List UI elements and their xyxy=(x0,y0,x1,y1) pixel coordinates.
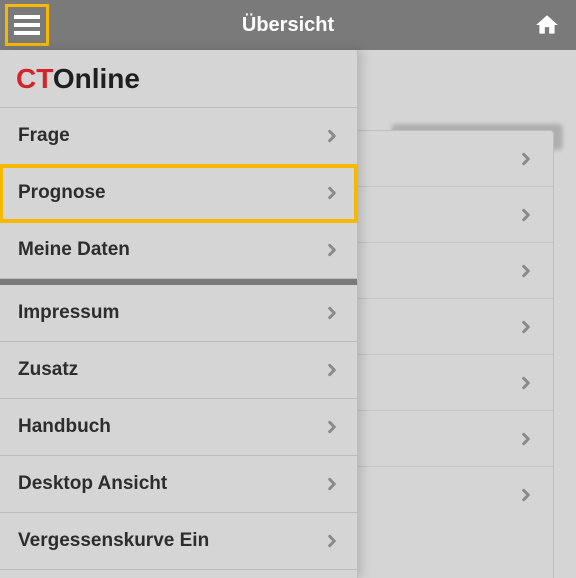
chevron-right-icon xyxy=(325,477,339,491)
chevron-right-icon xyxy=(325,534,339,548)
menu-item-meine-daten[interactable]: Meine Daten xyxy=(0,222,357,279)
chevron-right-icon xyxy=(519,208,533,222)
page-title: Übersicht xyxy=(242,14,334,37)
chevron-right-icon xyxy=(325,243,339,257)
chevron-right-icon xyxy=(519,432,533,446)
menu-item-vergessenskurve-ein[interactable]: Vergessenskurve Ein xyxy=(0,513,357,570)
chevron-right-icon xyxy=(519,264,533,278)
menu-item-label: Prognose xyxy=(18,182,106,204)
chevron-right-icon xyxy=(519,152,533,166)
home-button[interactable] xyxy=(532,10,562,40)
side-menu: CTOnline Frage Prognose Meine Daten Impress… xyxy=(0,50,358,578)
menu-header: CTOnline xyxy=(0,50,357,108)
chevron-right-icon xyxy=(325,306,339,320)
menu-item-label: Vergessenskurve Ein xyxy=(18,530,209,552)
menu-item-prognose[interactable]: Prognose xyxy=(0,165,357,222)
chevron-right-icon xyxy=(519,320,533,334)
chevron-right-icon xyxy=(519,376,533,390)
menu-item-frage[interactable]: Frage xyxy=(0,108,357,165)
menu-item-label: Desktop Ansicht xyxy=(18,473,167,495)
chevron-right-icon xyxy=(325,129,339,143)
menu-item-label: Impressum xyxy=(18,302,119,324)
hamburger-icon xyxy=(14,15,40,35)
menu-item-impressum[interactable]: Impressum xyxy=(0,285,357,342)
menu-item-label: Meine Daten xyxy=(18,239,130,261)
menu-item-label: Frage xyxy=(18,125,70,147)
menu-item-zusatz[interactable]: Zusatz xyxy=(0,342,357,399)
topbar: Übersicht xyxy=(0,0,576,50)
chevron-right-icon xyxy=(325,186,339,200)
logo: CTOnline xyxy=(16,63,140,95)
chevron-right-icon xyxy=(519,488,533,502)
menu-list: Frage Prognose Meine Daten Impressum Zusatz H… xyxy=(0,108,357,570)
menu-item-desktop-ansicht[interactable]: Desktop Ansicht xyxy=(0,456,357,513)
menu-item-handbuch[interactable]: Handbuch xyxy=(0,399,357,456)
logo-part2: Online xyxy=(53,63,140,94)
home-icon xyxy=(534,12,560,38)
menu-item-label: Zusatz xyxy=(18,359,78,381)
chevron-right-icon xyxy=(325,363,339,377)
menu-item-label: Handbuch xyxy=(18,416,111,438)
chevron-right-icon xyxy=(325,420,339,434)
menu-toggle-button[interactable] xyxy=(5,4,49,46)
logo-part1: CT xyxy=(16,63,53,94)
